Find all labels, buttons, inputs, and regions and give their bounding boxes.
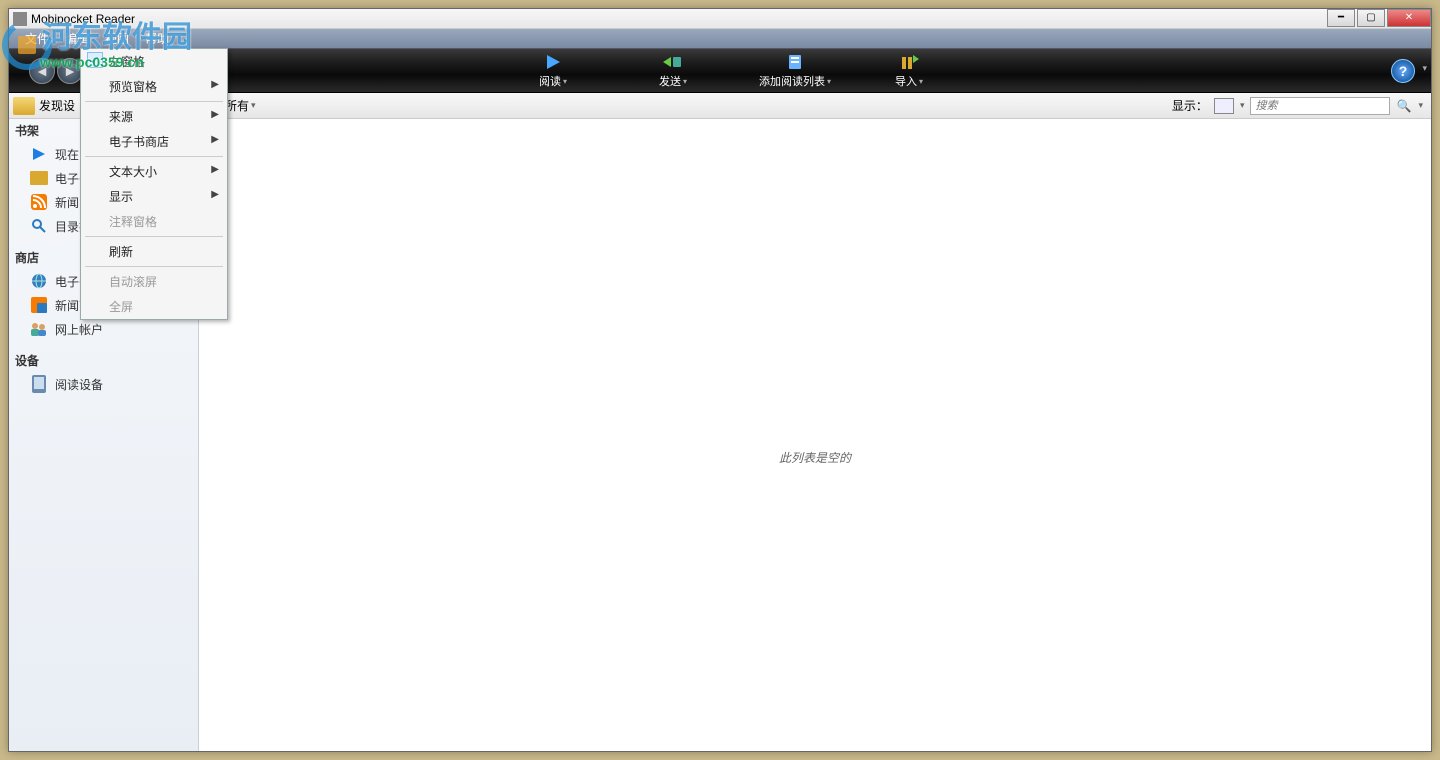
chevron-down-icon: ▾: [683, 77, 687, 86]
toolbar-add-reading-list[interactable]: 添加阅读列表▾: [759, 52, 831, 89]
send-icon: [663, 52, 683, 72]
import-icon: [899, 52, 919, 72]
play-icon: [543, 52, 563, 72]
minimize-button[interactable]: ━: [1327, 9, 1355, 27]
rss-icon: [29, 193, 49, 211]
menuitem-refresh[interactable]: 刷新: [81, 239, 227, 264]
sidebar-item-online-account[interactable]: 网上帐户: [9, 317, 198, 341]
filter-all-text[interactable]: 所有: [225, 97, 249, 114]
toolbar-send[interactable]: 发送▾: [659, 52, 687, 89]
menu-help[interactable]: 帮助: [145, 30, 169, 47]
chevron-down-icon[interactable]: ▾: [1422, 63, 1427, 74]
view-menu-dropdown: ✓ 左窗格 预览窗格 ▶ 来源 ▶ 电子书商店 ▶ 文本大小 ▶ 显示 ▶ 注释…: [80, 48, 228, 320]
chevron-down-icon[interactable]: ▾: [1418, 100, 1423, 111]
content-area: 此列表是空的: [199, 119, 1431, 751]
chevron-right-icon: ▶: [211, 79, 219, 90]
menuitem-auto-scroll: 自动滚屏: [81, 269, 227, 294]
help-button[interactable]: ?: [1391, 59, 1415, 83]
check-icon: ✓: [87, 52, 103, 68]
window-title: Mobipocket Reader: [31, 12, 1325, 26]
menu-separator: [85, 236, 223, 237]
menu-view[interactable]: 视图: [105, 30, 129, 47]
rss-store-icon: [29, 296, 49, 314]
add-list-icon: [785, 52, 805, 72]
menuitem-preview-pane[interactable]: 预览窗格 ▶: [81, 74, 227, 99]
chevron-right-icon: ▶: [211, 109, 219, 120]
chevron-right-icon: ▶: [211, 189, 219, 200]
chevron-down-icon: ▾: [827, 77, 831, 86]
menu-edit[interactable]: 编辑: [65, 30, 89, 47]
menu-file[interactable]: 文件: [25, 30, 49, 47]
chevron-down-icon[interactable]: ▾: [1240, 100, 1245, 111]
device-icon: [29, 375, 49, 393]
app-icon: [13, 12, 27, 26]
users-icon: [29, 320, 49, 338]
close-button[interactable]: ✕: [1387, 9, 1431, 27]
menu-separator: [85, 156, 223, 157]
chevron-right-icon: ▶: [211, 164, 219, 175]
chevron-right-icon: ▶: [211, 134, 219, 145]
toolbar-import[interactable]: 导入▾: [895, 52, 923, 89]
menuitem-text-size[interactable]: 文本大小 ▶: [81, 159, 227, 184]
menuitem-ebook-store[interactable]: 电子书商店 ▶: [81, 129, 227, 154]
menubar: 文件 编辑 视图 帮助: [9, 29, 1431, 49]
maximize-button[interactable]: ▢: [1357, 9, 1385, 27]
empty-list-message: 此列表是空的: [199, 449, 1431, 466]
back-button[interactable]: ◄: [29, 58, 55, 84]
search-icon: [29, 217, 49, 235]
toolbar-read[interactable]: 阅读▾: [539, 52, 567, 89]
search-input[interactable]: [1250, 97, 1390, 115]
chevron-down-icon: ▾: [919, 77, 923, 86]
menuitem-annotation-pane: 注释窗格: [81, 209, 227, 234]
play-icon: [29, 145, 49, 163]
folder-icon: [13, 97, 35, 115]
show-label: 显示：: [1172, 97, 1208, 114]
menu-separator: [85, 266, 223, 267]
chevron-down-icon[interactable]: ▾: [251, 100, 256, 111]
menuitem-left-pane[interactable]: ✓ 左窗格: [81, 49, 227, 74]
menuitem-fullscreen: 全屏: [81, 294, 227, 319]
menu-separator: [85, 101, 223, 102]
titlebar: Mobipocket Reader ━ ▢ ✕: [9, 9, 1431, 29]
sidebar-item-reading-device[interactable]: 阅读设备: [9, 372, 198, 396]
sidebar-header-device: 设备: [9, 349, 198, 372]
view-mode-button[interactable]: [1214, 98, 1234, 114]
chevron-down-icon: ▾: [563, 77, 567, 86]
folder-icon: [29, 169, 49, 187]
found-text: 发现设: [39, 97, 75, 114]
search-icon[interactable]: 🔍: [1396, 99, 1412, 113]
globe-icon: [29, 272, 49, 290]
menuitem-display[interactable]: 显示 ▶: [81, 184, 227, 209]
menuitem-source[interactable]: 来源 ▶: [81, 104, 227, 129]
